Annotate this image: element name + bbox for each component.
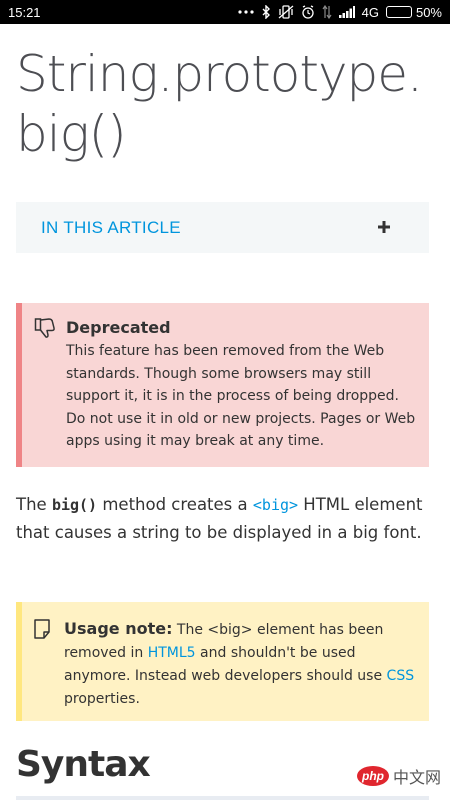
- battery-indicator: 50%: [385, 4, 442, 20]
- battery-icon: [385, 6, 412, 18]
- note-icon: [32, 617, 64, 721]
- deprecated-text: This feature has been removed from the W…: [66, 343, 416, 449]
- syntax-code-block-top: [16, 796, 429, 800]
- method-description: The big() method creates a <big> HTML el…: [16, 491, 434, 546]
- site-watermark: php 中文网: [357, 764, 441, 788]
- page-title-line2: big(): [16, 105, 127, 163]
- thumbs-down-icon: [34, 316, 66, 467]
- usage-note-text: Usage note: The <big> element has been r…: [64, 617, 419, 711]
- deprecated-heading: Deprecated: [66, 318, 171, 337]
- watermark-badge: php: [357, 766, 389, 786]
- alarm-icon: [301, 5, 315, 19]
- plus-icon[interactable]: [377, 217, 391, 239]
- in-this-article-toggle[interactable]: IN THIS ARTICLE: [16, 202, 429, 253]
- page-title: String.prototype. big(): [16, 44, 436, 164]
- data-transfer-icon: [322, 5, 332, 19]
- battery-percent: 50%: [415, 4, 442, 20]
- signal-icon: [338, 6, 355, 18]
- intro-middle: method creates a: [97, 495, 253, 514]
- deprecated-notice: Deprecated This feature has been removed…: [16, 303, 429, 467]
- status-bar: 15:21 4G 50%: [0, 0, 450, 24]
- bluetooth-icon: [261, 5, 271, 19]
- vibrate-icon: [278, 5, 294, 19]
- syntax-heading: Syntax: [16, 744, 151, 785]
- ellipsis-icon: [238, 9, 254, 15]
- in-this-article-label: IN THIS ARTICLE: [41, 217, 181, 237]
- intro-prefix: The: [16, 495, 52, 514]
- method-code: big(): [51, 496, 98, 514]
- usage-text-after: properties.: [64, 691, 140, 707]
- watermark-text: 中文网: [393, 768, 442, 787]
- usage-note-heading: Usage note:: [64, 619, 173, 638]
- big-element-link[interactable]: <big>: [253, 496, 298, 514]
- usage-note: Usage note: The <big> element has been r…: [16, 602, 429, 721]
- css-link[interactable]: CSS: [387, 668, 415, 684]
- html5-link[interactable]: HTML5: [148, 645, 196, 661]
- network-type: 4G: [361, 4, 379, 20]
- page-title-line1: String.prototype.: [16, 45, 423, 103]
- status-time: 15:21: [8, 4, 41, 20]
